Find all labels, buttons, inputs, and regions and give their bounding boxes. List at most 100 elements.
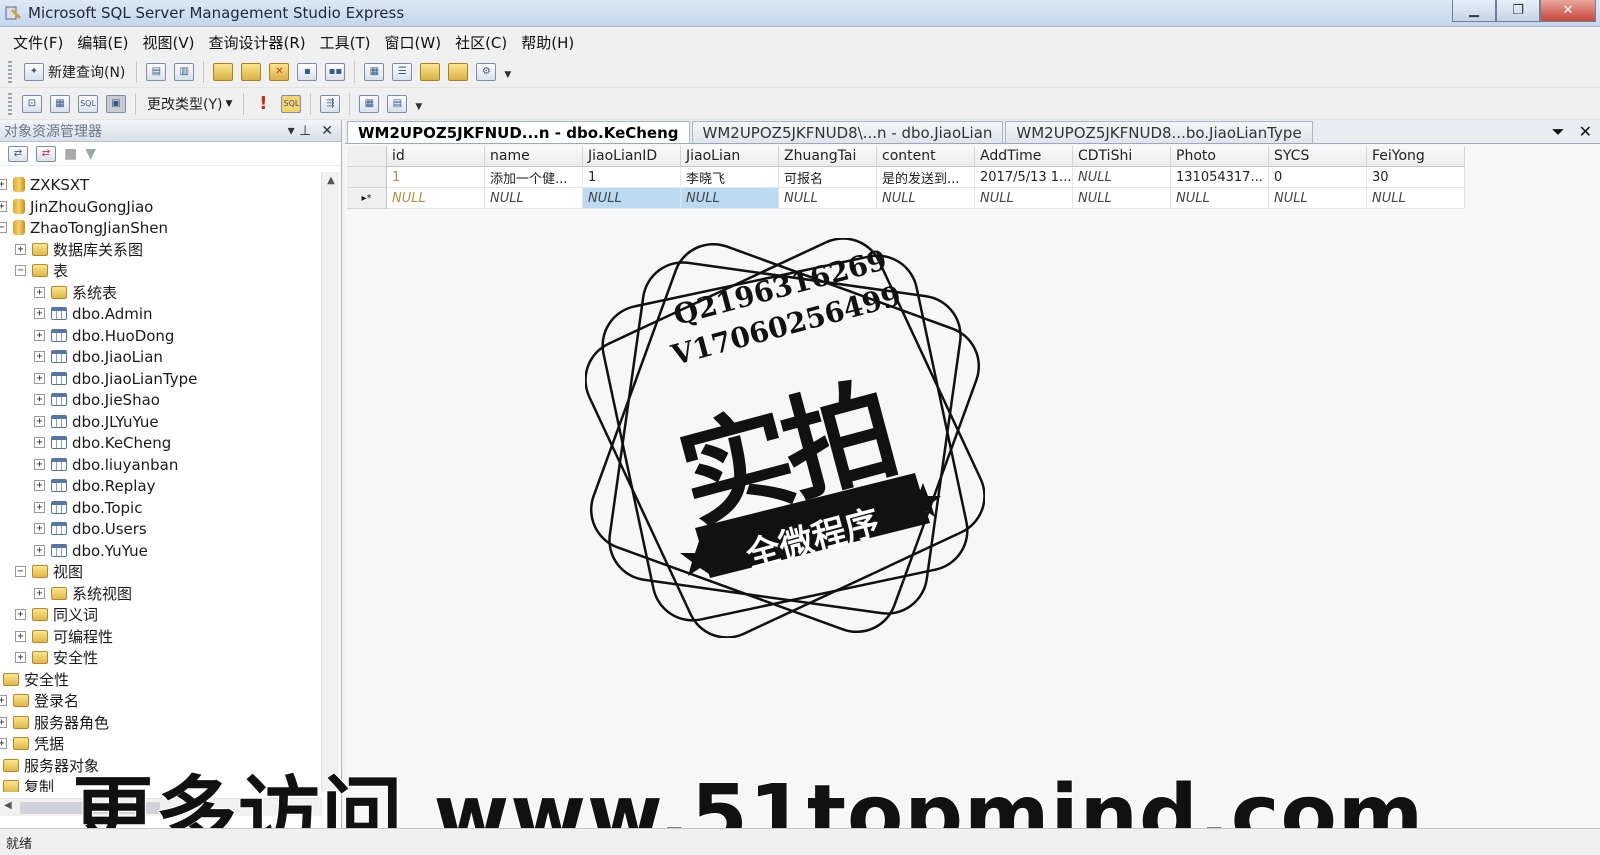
expand-icon[interactable]: + bbox=[34, 330, 45, 341]
expand-icon[interactable]: + bbox=[34, 459, 45, 470]
show-diagram-button[interactable]: ⊡ bbox=[20, 92, 44, 116]
grid-cell[interactable]: NULL bbox=[779, 188, 877, 209]
open-solution-button[interactable]: ✕ bbox=[267, 60, 291, 84]
tree-node-table[interactable]: + dbo.JiaoLianType bbox=[34, 368, 197, 389]
expand-icon[interactable]: + bbox=[15, 609, 26, 620]
expand-icon[interactable]: + bbox=[34, 523, 45, 534]
add-table-button[interactable]: ▦ bbox=[357, 92, 381, 116]
execute-sql-button[interactable]: ! bbox=[251, 92, 275, 116]
expand-icon[interactable]: + bbox=[34, 502, 45, 513]
grid-cell[interactable]: 是的发送到... bbox=[877, 167, 975, 188]
expand-icon[interactable]: + bbox=[34, 394, 45, 405]
add-derived-table-button[interactable]: ▤ bbox=[385, 92, 409, 116]
analysis-query-button[interactable]: ▥ bbox=[172, 60, 196, 84]
tree-node-zhaotongjianshen[interactable]: − ZhaoTongJianShen bbox=[0, 217, 168, 238]
row-selector[interactable] bbox=[347, 167, 387, 188]
tree-node-table[interactable]: + dbo.Topic bbox=[34, 497, 142, 518]
grid-cell[interactable]: NULL bbox=[1171, 188, 1269, 209]
grid-cell[interactable]: NULL bbox=[1269, 188, 1367, 209]
new-row-marker[interactable]: ▸* bbox=[347, 188, 387, 209]
column-header[interactable]: SYCS bbox=[1269, 146, 1367, 167]
grid-cell[interactable]: 1 bbox=[583, 167, 681, 188]
expand-icon[interactable]: + bbox=[0, 717, 7, 728]
tree-node-security[interactable]: −安全性 bbox=[0, 669, 69, 690]
column-header[interactable]: ZhuangTai bbox=[779, 146, 877, 167]
tree-node-system-views[interactable]: + 系统视图 bbox=[34, 583, 132, 604]
solution-explorer-button[interactable] bbox=[446, 60, 470, 84]
expand-icon[interactable]: + bbox=[15, 631, 26, 642]
tree-node-synonyms[interactable]: + 同义词 bbox=[15, 604, 98, 625]
grid-cell[interactable]: 可报名 bbox=[779, 167, 877, 188]
column-header[interactable]: JiaoLianID bbox=[583, 146, 681, 167]
tree-node-db-security[interactable]: + 安全性 bbox=[15, 647, 98, 668]
tree-node-table[interactable]: + dbo.Replay bbox=[34, 475, 155, 496]
grid-cell[interactable]: 2017/5/13 1... bbox=[975, 167, 1073, 188]
column-header[interactable]: Photo bbox=[1171, 146, 1269, 167]
stop-icon[interactable]: ■ bbox=[64, 146, 77, 162]
tab-jiaoliantype[interactable]: WM2UPOZ5JKFNUD8...bo.JiaoLianType bbox=[1005, 121, 1313, 143]
expand-icon[interactable]: + bbox=[34, 287, 45, 298]
tree-node-views[interactable]: − 视图 bbox=[15, 561, 83, 582]
menu-community[interactable]: 社区(C) bbox=[448, 32, 514, 53]
close-tab-icon[interactable]: ✕ bbox=[1579, 122, 1592, 142]
close-panel-icon[interactable]: ✕ bbox=[321, 123, 333, 139]
menu-file[interactable]: 文件(F) bbox=[6, 32, 70, 53]
tree-node-zxksxt[interactable]: + ZXKSXT bbox=[0, 174, 89, 195]
save-all-button[interactable]: ▪▪ bbox=[323, 60, 347, 84]
expand-icon[interactable]: + bbox=[34, 373, 45, 384]
new-query-button[interactable]: ✦ 新建查询(N) bbox=[20, 60, 129, 84]
grid-cell[interactable]: NULL bbox=[1367, 188, 1465, 209]
scroll-left-icon[interactable]: ◀ bbox=[4, 800, 12, 811]
column-header[interactable]: name bbox=[485, 146, 583, 167]
row-selector-header[interactable] bbox=[347, 146, 387, 167]
minimize-button[interactable]: ▁ bbox=[1452, 0, 1496, 22]
tree-node-database-diagrams[interactable]: + 数据库关系图 bbox=[15, 239, 143, 260]
grid-cell[interactable]: NULL bbox=[1073, 167, 1171, 188]
expand-icon[interactable]: + bbox=[34, 437, 45, 448]
grid-cell[interactable]: NULL bbox=[485, 188, 583, 209]
grid-cell[interactable]: 0 bbox=[1269, 167, 1367, 188]
menu-tools[interactable]: 工具(T) bbox=[313, 32, 378, 53]
column-header[interactable]: CDTiShi bbox=[1073, 146, 1171, 167]
tab-jiaolian[interactable]: WM2UPOZ5JKFNUD8\...n - dbo.JiaoLian bbox=[691, 121, 1004, 143]
tree-node-table[interactable]: + dbo.JiaoLian bbox=[34, 346, 163, 367]
filter-icon[interactable]: ▼ bbox=[85, 146, 96, 162]
tab-list-icon[interactable]: ⏷ bbox=[1552, 122, 1565, 142]
column-header[interactable]: id bbox=[387, 146, 485, 167]
maximize-button[interactable]: ❐ bbox=[1496, 0, 1540, 22]
object-explorer-button[interactable]: ☰ bbox=[390, 60, 414, 84]
expand-icon[interactable]: + bbox=[15, 652, 26, 663]
expand-icon[interactable]: + bbox=[0, 738, 7, 749]
menu-edit[interactable]: 编辑(E) bbox=[70, 32, 135, 53]
tree-node-table[interactable]: + dbo.liuyanban bbox=[34, 454, 178, 475]
open-project-button[interactable] bbox=[239, 60, 263, 84]
tree-node-table[interactable]: + dbo.HuoDong bbox=[34, 325, 174, 346]
expand-icon[interactable]: + bbox=[34, 545, 45, 556]
menu-window[interactable]: 窗口(W) bbox=[378, 32, 449, 53]
column-header[interactable]: AddTime bbox=[975, 146, 1073, 167]
tree-node-table[interactable]: + dbo.Users bbox=[34, 518, 147, 539]
tree-node-replication[interactable]: +复制 bbox=[0, 776, 54, 792]
close-window-button[interactable]: ✕ bbox=[1540, 0, 1596, 22]
expand-icon[interactable]: + bbox=[0, 179, 7, 190]
change-type-dropdown[interactable]: 更改类型(Y) ▼ bbox=[143, 92, 236, 116]
open-file-button[interactable] bbox=[211, 60, 235, 84]
column-header[interactable]: JiaoLian bbox=[681, 146, 779, 167]
template-explorer-button[interactable] bbox=[418, 60, 442, 84]
grid-cell[interactable]: 添加一个健... bbox=[485, 167, 583, 188]
grid-cell[interactable]: 30 bbox=[1367, 167, 1465, 188]
expand-icon[interactable]: + bbox=[34, 480, 45, 491]
menu-view[interactable]: 视图(V) bbox=[136, 32, 202, 53]
toolbar-overflow-icon[interactable]: ▼ bbox=[415, 96, 425, 112]
grid-cell[interactable]: 131054317... bbox=[1171, 167, 1269, 188]
tree-node-table[interactable]: + dbo.JieShao bbox=[34, 389, 160, 410]
grid-cell[interactable]: NULL bbox=[1073, 188, 1171, 209]
show-sql-button[interactable]: SQL bbox=[76, 92, 100, 116]
expand-icon[interactable]: + bbox=[15, 244, 26, 255]
pin-icon[interactable]: ▾ ⊥ bbox=[288, 123, 312, 139]
expand-icon[interactable]: + bbox=[0, 695, 7, 706]
tree-node-table[interactable]: + dbo.YuYue bbox=[34, 540, 148, 561]
tree-node-programmability[interactable]: + 可编程性 bbox=[15, 626, 113, 647]
tree-node-jinzhougongjiao[interactable]: + JinZhouGongJiao bbox=[0, 196, 153, 217]
disconnect-icon[interactable]: ⇄ bbox=[36, 145, 56, 162]
